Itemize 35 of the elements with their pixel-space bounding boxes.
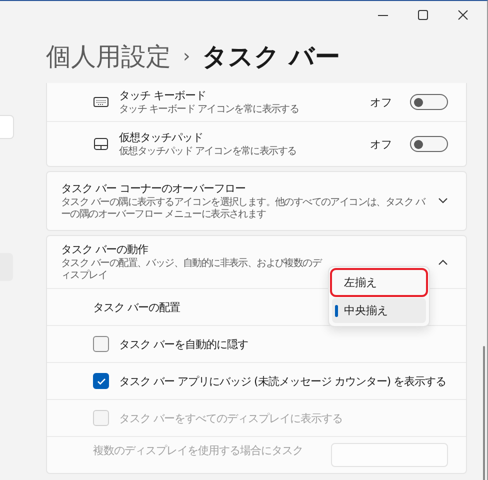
chevron-down-icon[interactable] [438, 198, 448, 204]
keyboard-icon [93, 96, 109, 108]
setting-description: タッチ キーボード アイコンを常に表示する [119, 104, 300, 116]
chevron-up-icon[interactable] [438, 259, 448, 265]
checkbox-label: タスク バーをすべてのディスプレイに表示する [119, 410, 342, 426]
checkbox-label: タスク バー アプリにバッジ (未読メッセージ カウンター) を表示する [119, 374, 446, 388]
setting-label: 複数のディスプレイを使用する場合にタスク [93, 443, 304, 458]
checkbox-label: タスク バーを自動的に隠す [119, 336, 248, 352]
setting-description: タスク バーの配置、バッジ、自動的に非表示、および複数のディスプレイ [61, 258, 323, 282]
toggle-state-label: オフ [370, 136, 392, 152]
setting-title: タスク バーの動作 [61, 242, 149, 256]
toggle-switch[interactable] [410, 136, 448, 152]
breadcrumb-separator: › [183, 46, 190, 66]
toggle-state-label: オフ [370, 94, 392, 110]
checkbox[interactable] [93, 373, 109, 389]
maximize-icon [418, 10, 428, 20]
checkbox[interactable] [93, 336, 109, 352]
minimize-icon [378, 14, 388, 16]
dropdown-field[interactable] [331, 443, 448, 467]
toggle-switch[interactable] [410, 94, 448, 110]
menu-item[interactable]: 中央揃え [332, 298, 426, 323]
setting-title: 仮想タッチパッド [119, 130, 204, 145]
setting-description: 仮想タッチパッド アイコンを常に表示する [119, 146, 298, 158]
search-field[interactable] [0, 115, 14, 139]
breadcrumb-parent[interactable]: 個人用設定 [46, 40, 171, 72]
menu-item[interactable]: 左揃え [332, 270, 426, 295]
page-title: タスク バー [202, 40, 340, 72]
touchpad-icon [93, 137, 109, 151]
setting-description: タスク バーの隅に表示するアイコンを選択します。他のすべてのアイコンは、タスク バーの隅のオーバーフロー メニューに表示されます [61, 196, 426, 222]
setting-title: タスク バー コーナーのオーバーフロー [61, 180, 246, 196]
setting-label: タスク バーの配置 [93, 300, 180, 314]
check-icon [96, 378, 106, 384]
settings-card[interactable]: タスク バー コーナーのオーバーフロー タスク バーの隅に表示するアイコンを選択します。他のすべてのアイコンは、タスク バーの隅のオーバーフロー メニューに表示されます [46, 171, 467, 231]
close-icon [458, 10, 468, 20]
setting-title: タッチ キーボード [119, 88, 207, 103]
